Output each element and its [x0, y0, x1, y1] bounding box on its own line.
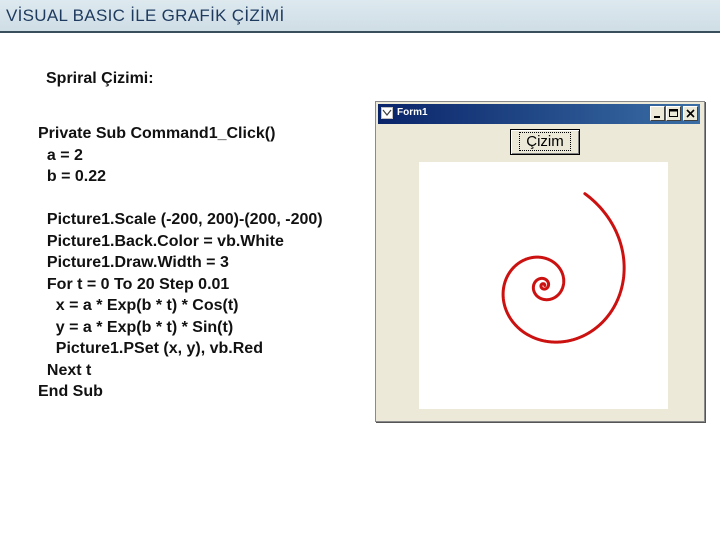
- maximize-icon: [669, 109, 678, 117]
- slide-subtitle: Spriral Çizimi:: [46, 70, 154, 87]
- code-block: Private Sub Command1_Click() a = 2 b = 0…: [38, 123, 323, 403]
- code-line: y = a * Exp(b * t) * Sin(t): [38, 318, 234, 336]
- cizim-button[interactable]: Çizim: [510, 129, 580, 155]
- code-line: Private Sub Command1_Click(): [38, 125, 276, 142]
- close-button[interactable]: [683, 106, 698, 121]
- form1-window: Form1 Çizim: [375, 101, 705, 422]
- slide-title: VİSUAL BASIC İLE GRAFİK ÇİZİMİ: [6, 6, 285, 25]
- window-titlebar[interactable]: Form1: [378, 104, 700, 124]
- spiral-curve: [501, 192, 626, 344]
- code-line: b = 0.22: [38, 168, 107, 185]
- minimize-icon: [654, 116, 660, 118]
- code-line: Picture1.Scale (-200, 200)-(200, -200): [38, 211, 323, 228]
- form-icon: [381, 107, 393, 119]
- picture-box: [419, 162, 668, 409]
- code-line: End Sub: [38, 383, 103, 400]
- cizim-button-label: Çizim: [519, 132, 571, 151]
- code-line: x = a * Exp(b * t) * Cos(t): [38, 297, 239, 314]
- code-line: Next t: [38, 361, 92, 379]
- slide-title-bar: VİSUAL BASIC İLE GRAFİK ÇİZİMİ: [0, 0, 720, 33]
- spiral-plot: [501, 192, 626, 344]
- code-line: Picture1.PSet (x, y), vb.Red: [38, 340, 263, 357]
- close-icon: [686, 109, 695, 118]
- minimize-button[interactable]: [650, 106, 665, 121]
- code-line: a = 2: [38, 146, 83, 164]
- window-title: Form1: [397, 107, 428, 118]
- code-line: For t = 0 To 20 Step 0.01: [38, 275, 230, 293]
- code-line: Picture1.Draw.Width = 3: [38, 254, 229, 271]
- code-line: Picture1.Back.Color = vb.White: [38, 232, 284, 250]
- maximize-button[interactable]: [666, 106, 681, 121]
